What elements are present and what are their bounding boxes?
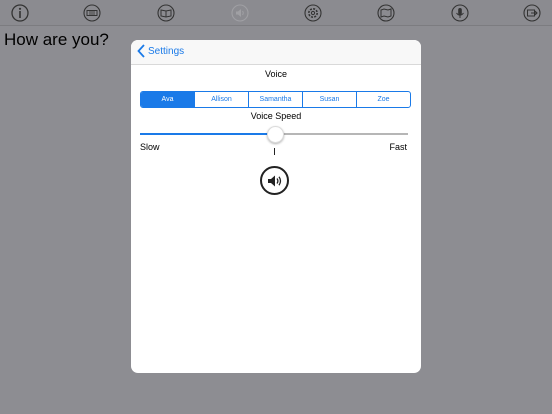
voice-title: Voice <box>264 69 288 79</box>
voice-speed-slider[interactable] <box>140 126 408 143</box>
speaker-disabled-icon <box>230 3 250 23</box>
keyboard-icon[interactable] <box>82 3 102 23</box>
slow-label: Slow <box>140 142 160 152</box>
voice-option-zoe[interactable]: Zoe <box>356 92 410 107</box>
main-text: How are you? <box>4 30 109 49</box>
slider-thumb[interactable] <box>266 126 284 143</box>
voice-option-ava[interactable]: Ava <box>141 92 194 107</box>
voice-speed-title: Voice Speed <box>250 111 302 121</box>
speaker-icon <box>267 175 281 186</box>
slider-track-min <box>140 133 274 135</box>
toolbar <box>0 0 552 26</box>
popover-nav-bar: Settings <box>131 40 421 65</box>
export-icon[interactable] <box>522 3 542 23</box>
voice-option-allison[interactable]: Allison <box>194 92 248 107</box>
map-icon[interactable] <box>376 3 396 23</box>
settings-popover: Settings Voice Ava Allison Samantha Susa… <box>131 40 421 373</box>
slider-track-max <box>274 133 408 135</box>
speak-button[interactable] <box>260 166 289 195</box>
book-icon[interactable] <box>156 3 176 23</box>
info-icon[interactable] <box>10 3 30 23</box>
back-button-label: Settings <box>148 45 185 57</box>
speed-tick-mark <box>274 148 275 155</box>
fast-label: Fast <box>389 142 407 152</box>
settings-back-button[interactable]: Settings <box>137 44 184 58</box>
microphone-icon[interactable] <box>450 3 470 23</box>
voice-segmented-control: Ava Allison Samantha Susan Zoe <box>140 91 411 108</box>
chevron-left-icon <box>137 44 145 58</box>
gear-icon[interactable] <box>303 3 323 23</box>
voice-option-samantha[interactable]: Samantha <box>248 92 302 107</box>
voice-option-susan[interactable]: Susan <box>302 92 356 107</box>
